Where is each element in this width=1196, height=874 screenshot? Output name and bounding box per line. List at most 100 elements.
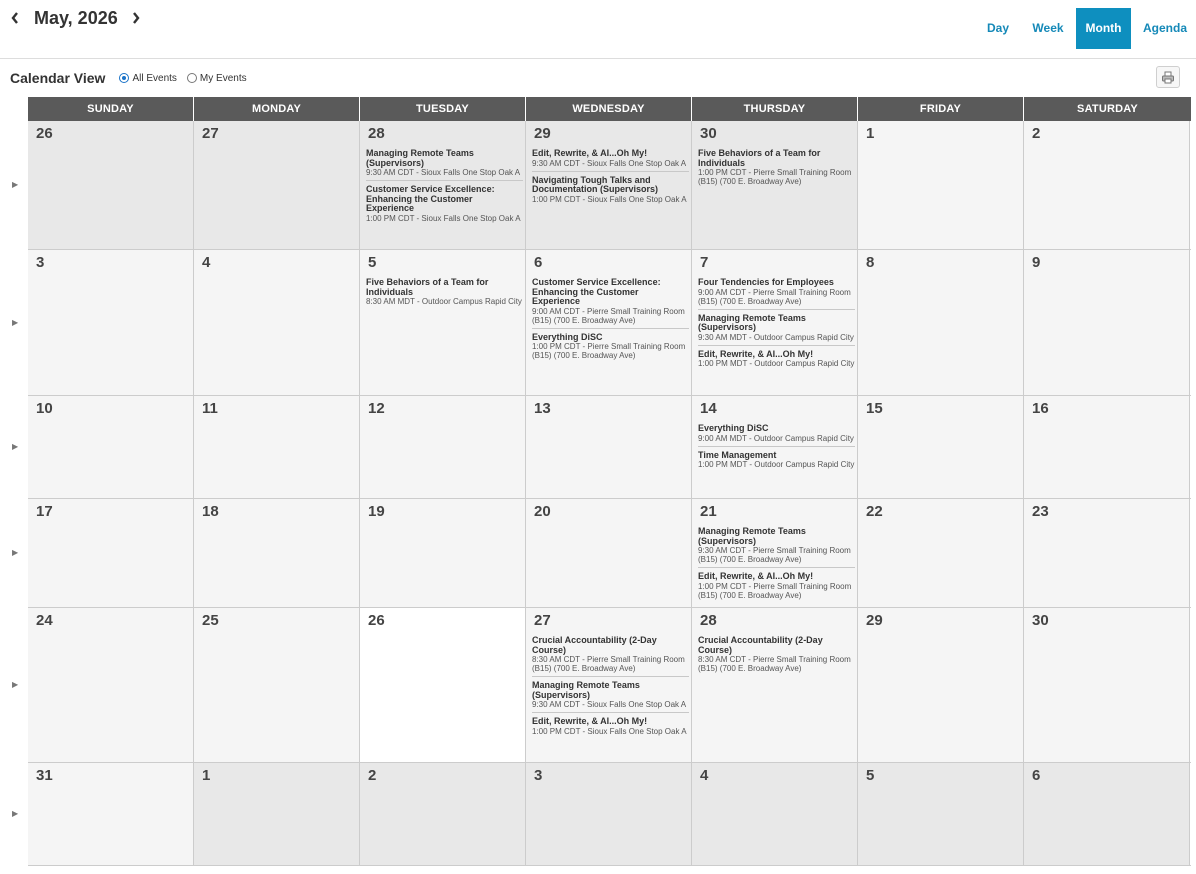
next-month-chevron-right-icon[interactable] [131, 10, 141, 26]
day-number[interactable]: 4 [700, 767, 708, 784]
calendar-event[interactable]: Everything DiSC 1:00 PM CDT - Pierre Smal… [532, 332, 689, 364]
day-number[interactable]: 27 [202, 125, 219, 142]
day-cell[interactable]: 4 [194, 250, 360, 395]
week-expand-arrow-icon[interactable]: ▶ [12, 442, 18, 451]
day-number[interactable]: 12 [368, 400, 385, 417]
day-cell[interactable]: 13 [526, 396, 692, 498]
week-expand-arrow-icon[interactable]: ▶ [12, 180, 18, 189]
day-number[interactable]: 24 [36, 612, 53, 629]
calendar-event[interactable]: Everything DiSC 9:00 AM MDT - Outdoor Cam… [698, 423, 855, 447]
event-title[interactable]: Managing Remote Teams (Supervisors) [698, 313, 855, 333]
event-title[interactable]: Navigating Tough Talks and Documentation… [532, 175, 689, 195]
radio-all-events[interactable] [119, 73, 130, 83]
event-title[interactable]: Everything DiSC [532, 332, 689, 343]
day-number[interactable]: 8 [866, 254, 874, 271]
day-number[interactable]: 27 [534, 612, 551, 629]
calendar-event[interactable]: Five Behaviors of a Team for Individuals… [698, 148, 855, 189]
calendar-event[interactable]: Edit, Rewrite, & AI...Oh My! 1:00 PM CDT … [532, 716, 689, 739]
day-number[interactable]: 23 [1032, 503, 1049, 520]
day-cell[interactable]: 1 [858, 121, 1024, 249]
day-cell[interactable]: 16 [1024, 396, 1190, 498]
day-cell[interactable]: 23 [1024, 499, 1190, 607]
event-title[interactable]: Managing Remote Teams (Supervisors) [366, 148, 523, 168]
day-cell[interactable]: 26 [360, 608, 526, 762]
view-month-button[interactable]: Month [1076, 8, 1131, 49]
day-cell[interactable]: 25 [194, 608, 360, 762]
day-number[interactable]: 29 [534, 125, 551, 142]
calendar-event[interactable]: Customer Service Excellence: Enhancing t… [366, 184, 523, 226]
day-number[interactable]: 5 [866, 767, 874, 784]
week-expand-arrow-icon[interactable]: ▶ [12, 318, 18, 327]
day-number[interactable]: 18 [202, 503, 219, 520]
day-cell[interactable]: 6 [1024, 763, 1190, 865]
event-title[interactable]: Crucial Accountability (2-Day Course) [532, 635, 689, 655]
calendar-event[interactable]: Crucial Accountability (2-Day Course) 8:3… [698, 635, 855, 676]
day-number[interactable]: 9 [1032, 254, 1040, 271]
event-title[interactable]: Customer Service Excellence: Enhancing t… [532, 277, 689, 307]
week-expand-arrow-icon[interactable]: ▶ [12, 548, 18, 557]
day-cell[interactable]: 29 [858, 608, 1024, 762]
day-number[interactable]: 29 [866, 612, 883, 629]
day-number[interactable]: 1 [202, 767, 210, 784]
day-number[interactable]: 5 [368, 254, 376, 271]
day-cell[interactable]: 14 Everything DiSC 9:00 AM MDT - Outdoor C… [692, 396, 858, 498]
day-number[interactable]: 26 [368, 612, 385, 629]
day-cell[interactable]: 5 [858, 763, 1024, 865]
calendar-event[interactable]: Navigating Tough Talks and Documentation… [532, 175, 689, 207]
calendar-event[interactable]: Managing Remote Teams (Supervisors) 9:30 … [698, 313, 855, 346]
day-number[interactable]: 11 [202, 400, 218, 417]
calendar-event[interactable]: Edit, Rewrite, & AI...Oh My! 1:00 PM CDT … [698, 571, 855, 603]
calendar-event[interactable]: Managing Remote Teams (Supervisors) 9:30 … [366, 148, 523, 181]
day-cell[interactable]: 3 [28, 250, 194, 395]
day-cell[interactable]: 30 [1024, 608, 1190, 762]
day-number[interactable]: 31 [36, 767, 53, 784]
day-cell[interactable]: 15 [858, 396, 1024, 498]
day-cell[interactable]: 2 [1024, 121, 1190, 249]
event-title[interactable]: Edit, Rewrite, & AI...Oh My! [698, 349, 855, 360]
day-number[interactable]: 25 [202, 612, 219, 629]
day-cell[interactable]: 20 [526, 499, 692, 607]
day-cell[interactable]: 26 [28, 121, 194, 249]
day-cell[interactable]: 18 [194, 499, 360, 607]
print-button[interactable] [1156, 66, 1180, 88]
day-number[interactable]: 1 [866, 125, 874, 142]
calendar-event[interactable]: Edit, Rewrite, & AI...Oh My! 1:00 PM MDT … [698, 349, 855, 372]
event-title[interactable]: Managing Remote Teams (Supervisors) [532, 680, 689, 700]
event-title[interactable]: Edit, Rewrite, & AI...Oh My! [698, 571, 855, 582]
event-title[interactable]: Crucial Accountability (2-Day Course) [698, 635, 855, 655]
day-number[interactable]: 20 [534, 503, 551, 520]
day-number[interactable]: 2 [368, 767, 376, 784]
week-expand-arrow-icon[interactable]: ▶ [12, 680, 18, 689]
event-title[interactable]: Five Behaviors of a Team for Individuals [366, 277, 523, 297]
day-cell[interactable]: 9 [1024, 250, 1190, 395]
view-day-button[interactable]: Day [978, 8, 1018, 49]
day-cell[interactable]: 3 [526, 763, 692, 865]
day-cell[interactable]: 21 Managing Remote Teams (Supervisors) 9:3… [692, 499, 858, 607]
event-title[interactable]: Four Tendencies for Employees [698, 277, 855, 288]
day-cell[interactable]: 27 [194, 121, 360, 249]
day-cell[interactable]: 19 [360, 499, 526, 607]
day-number[interactable]: 2 [1032, 125, 1040, 142]
day-number[interactable]: 6 [1032, 767, 1040, 784]
day-cell[interactable]: 2 [360, 763, 526, 865]
event-title[interactable]: Customer Service Excellence: Enhancing t… [366, 184, 523, 214]
day-number[interactable]: 6 [534, 254, 542, 271]
filter-all-events[interactable]: All Events [119, 73, 177, 84]
calendar-event[interactable]: Five Behaviors of a Team for Individuals… [366, 277, 523, 309]
day-cell[interactable]: 30 Five Behaviors of a Team for Individua… [692, 121, 858, 249]
event-title[interactable]: Edit, Rewrite, & AI...Oh My! [532, 148, 689, 159]
calendar-event[interactable]: Edit, Rewrite, & AI...Oh My! 9:30 AM CDT … [532, 148, 689, 172]
day-cell[interactable]: 12 [360, 396, 526, 498]
day-number[interactable]: 7 [700, 254, 708, 271]
calendar-event[interactable]: Four Tendencies for Employees 9:00 AM CDT… [698, 277, 855, 310]
day-number[interactable]: 3 [534, 767, 542, 784]
day-cell[interactable]: 28 Crucial Accountability (2-Day Course) 8… [692, 608, 858, 762]
day-cell[interactable]: 6 Customer Service Excellence: Enhancing … [526, 250, 692, 395]
day-cell[interactable]: 28 Managing Remote Teams (Supervisors) 9:3… [360, 121, 526, 249]
calendar-event[interactable]: Crucial Accountability (2-Day Course) 8:3… [532, 635, 689, 677]
day-cell[interactable]: 27 Crucial Accountability (2-Day Course) 8… [526, 608, 692, 762]
view-agenda-button[interactable]: Agenda [1139, 8, 1191, 49]
filter-my-events[interactable]: My Events [186, 73, 247, 84]
calendar-event[interactable]: Time Management 1:00 PM MDT - Outdoor Cam… [698, 450, 855, 473]
day-cell[interactable]: 7 Four Tendencies for Employees 9:00 AM CD… [692, 250, 858, 395]
